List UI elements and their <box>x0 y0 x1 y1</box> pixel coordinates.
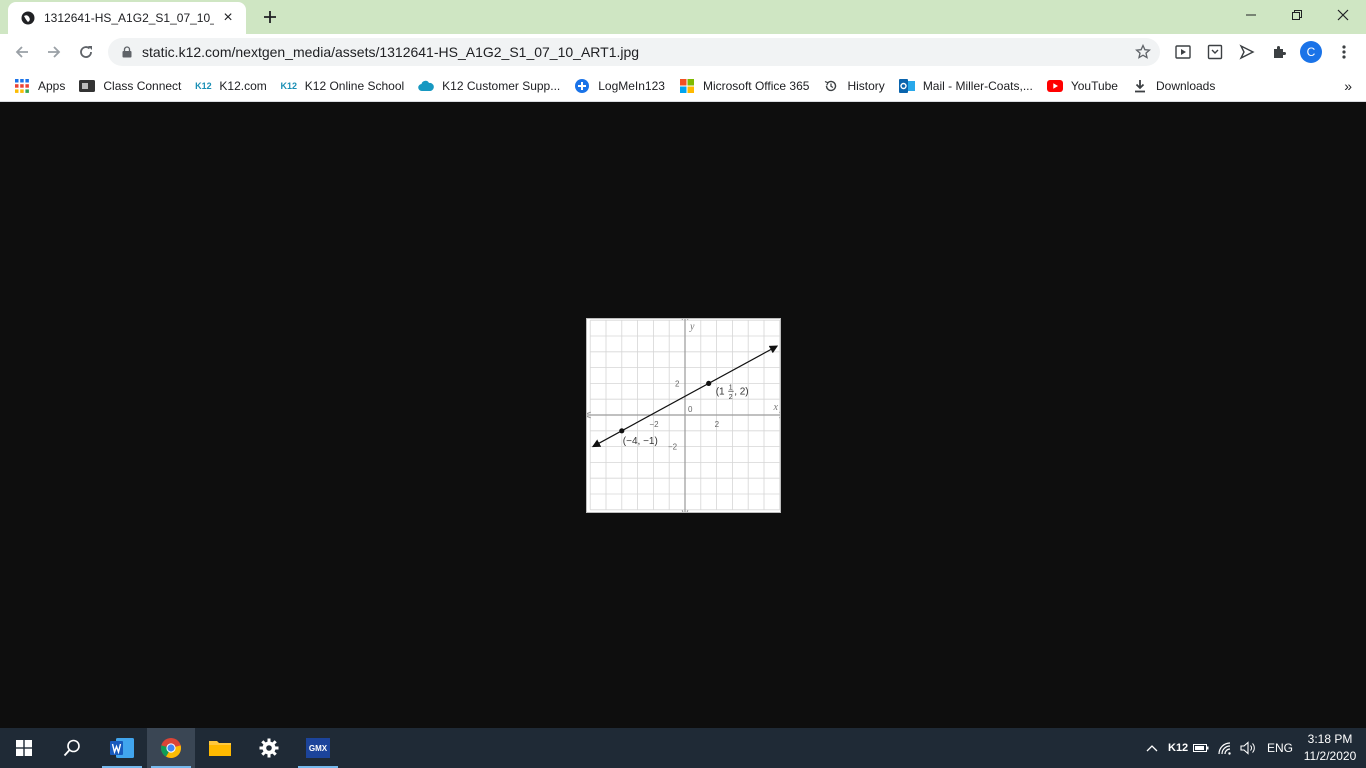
gear-icon <box>259 738 279 758</box>
bookmark-apps[interactable]: Apps <box>14 74 73 98</box>
address-bar[interactable]: static.k12.com/nextgen_media/assets/1312… <box>108 38 1160 66</box>
taskbar-settings[interactable] <box>245 728 293 768</box>
close-tab-icon[interactable]: × <box>220 9 236 26</box>
system-clock[interactable]: 3:18 PM 11/2/2020 <box>1298 731 1362 765</box>
globe-icon <box>20 10 36 26</box>
chrome-icon <box>160 738 182 759</box>
graph-image[interactable]: x y 0 −2 2 2 −2 (−4, −1) (1 1 2 , 2) <box>586 318 781 513</box>
origin-label: 0 <box>688 405 693 414</box>
search-button[interactable] <box>48 728 96 768</box>
show-hidden-icons[interactable] <box>1146 728 1158 768</box>
x-axis-label: x <box>772 402 778 413</box>
youtube-icon <box>1046 78 1063 94</box>
input-language[interactable]: ENG <box>1267 728 1293 768</box>
folder-icon <box>209 741 231 756</box>
windows-taskbar: GMX K12 ENG 3:18 PM 11/2/2020 <box>0 728 1366 768</box>
pocket-extension-icon[interactable] <box>1203 40 1227 64</box>
tab-strip: 1312641-HS_A1G2_S1_07_10_ART1.jpg × <box>0 0 1366 34</box>
word-icon <box>110 738 134 758</box>
gmx-app-icon: GMX <box>306 738 330 758</box>
logmein-icon <box>574 78 590 94</box>
data-point-a <box>619 428 625 434</box>
point-b-whole: (1 <box>716 386 725 397</box>
taskbar-chrome[interactable] <box>147 728 195 768</box>
bookmark-mail[interactable]: Mail - Miller-Coats,... <box>898 74 1041 98</box>
tab-title: 1312641-HS_A1G2_S1_07_10_ART1.jpg <box>44 11 214 25</box>
new-tab-button[interactable] <box>258 5 282 29</box>
start-button[interactable] <box>0 728 48 768</box>
taskbar-file-explorer[interactable] <box>196 728 244 768</box>
clock-date: 11/2/2020 <box>1303 749 1357 763</box>
bookmark-downloads[interactable]: Downloads <box>1132 74 1223 98</box>
taskbar-word[interactable] <box>98 728 146 768</box>
close-window-button[interactable] <box>1320 0 1366 30</box>
data-point-b <box>706 380 712 386</box>
windows-logo-icon <box>16 740 32 756</box>
tick-label-x-neg2: −2 <box>649 420 659 429</box>
point-b-fraction-denominator: 2 <box>729 394 733 401</box>
microsoft-logo-icon <box>679 78 695 94</box>
download-icon <box>1132 78 1148 94</box>
bookmark-k12-com[interactable]: K12 K12.com <box>195 74 274 98</box>
screencast-extension-icon[interactable] <box>1171 40 1195 64</box>
taskbar-gmx[interactable]: GMX <box>294 728 342 768</box>
url-text: static.k12.com/nextgen_media/assets/1312… <box>142 44 640 60</box>
outlook-icon <box>898 78 915 94</box>
apps-grid-icon <box>14 78 30 94</box>
tick-label-y-2: 2 <box>675 379 680 388</box>
browser-toolbar: static.k12.com/nextgen_media/assets/1312… <box>0 34 1366 70</box>
bookmark-youtube[interactable]: YouTube <box>1046 74 1126 98</box>
search-icon <box>63 739 80 757</box>
bookmark-logmein123[interactable]: LogMeIn123 <box>574 74 673 98</box>
minimize-button[interactable] <box>1228 0 1274 30</box>
tick-label-x-2: 2 <box>715 420 720 429</box>
bookmark-k12-online-school[interactable]: K12 K12 Online School <box>281 74 412 98</box>
reload-button[interactable] <box>72 38 100 66</box>
gmx-label: GMX <box>308 743 328 753</box>
back-button[interactable] <box>8 38 36 66</box>
bookmark-microsoft-office-365[interactable]: Microsoft Office 365 <box>679 74 818 98</box>
point-a-label: (−4, −1) <box>623 436 658 447</box>
k12-logo-icon: K12 <box>195 80 212 91</box>
k12-tray-icon[interactable]: K12 <box>1168 728 1188 768</box>
bookmark-star-icon[interactable] <box>1134 43 1152 61</box>
bookmark-history[interactable]: History <box>823 74 892 98</box>
battery-icon[interactable] <box>1193 728 1209 768</box>
volume-icon[interactable] <box>1240 728 1258 768</box>
tick-label-y-neg2: −2 <box>668 443 678 452</box>
lock-icon[interactable] <box>120 45 134 59</box>
y-axis-label: y <box>689 322 695 333</box>
point-b-rest: , 2) <box>734 386 748 397</box>
extensions-puzzle-icon[interactable] <box>1267 40 1291 64</box>
coordinate-graph: x y 0 −2 2 2 −2 (−4, −1) (1 1 2 , 2) <box>587 319 780 512</box>
salesforce-cloud-icon <box>418 78 434 94</box>
forward-button[interactable] <box>40 38 68 66</box>
bookmarks-overflow-icon[interactable]: » <box>1344 78 1352 94</box>
history-icon <box>823 78 839 94</box>
bookmarks-bar: Apps Class Connect K12 K12.com K12 K12 O… <box>0 70 1366 102</box>
clock-time: 3:18 PM <box>1307 732 1353 746</box>
wifi-icon[interactable] <box>1217 728 1233 768</box>
send-extension-icon[interactable] <box>1235 40 1259 64</box>
bookmark-class-connect[interactable]: Class Connect <box>79 74 189 98</box>
bookmark-k12-customer-support[interactable]: K12 Customer Supp... <box>418 74 568 98</box>
k12-logo-icon: K12 <box>280 80 298 91</box>
image-viewport: x y 0 −2 2 2 −2 (−4, −1) (1 1 2 , 2) <box>0 103 1366 728</box>
restore-button[interactable] <box>1274 0 1320 30</box>
browser-tab[interactable]: 1312641-HS_A1G2_S1_07_10_ART1.jpg × <box>8 2 246 34</box>
point-b-fraction-numerator: 1 <box>729 384 733 391</box>
menu-kebab-icon[interactable] <box>1332 40 1356 64</box>
class-connect-icon <box>79 78 96 94</box>
profile-avatar[interactable]: C <box>1300 41 1322 63</box>
chevron-up-icon <box>1146 745 1158 752</box>
